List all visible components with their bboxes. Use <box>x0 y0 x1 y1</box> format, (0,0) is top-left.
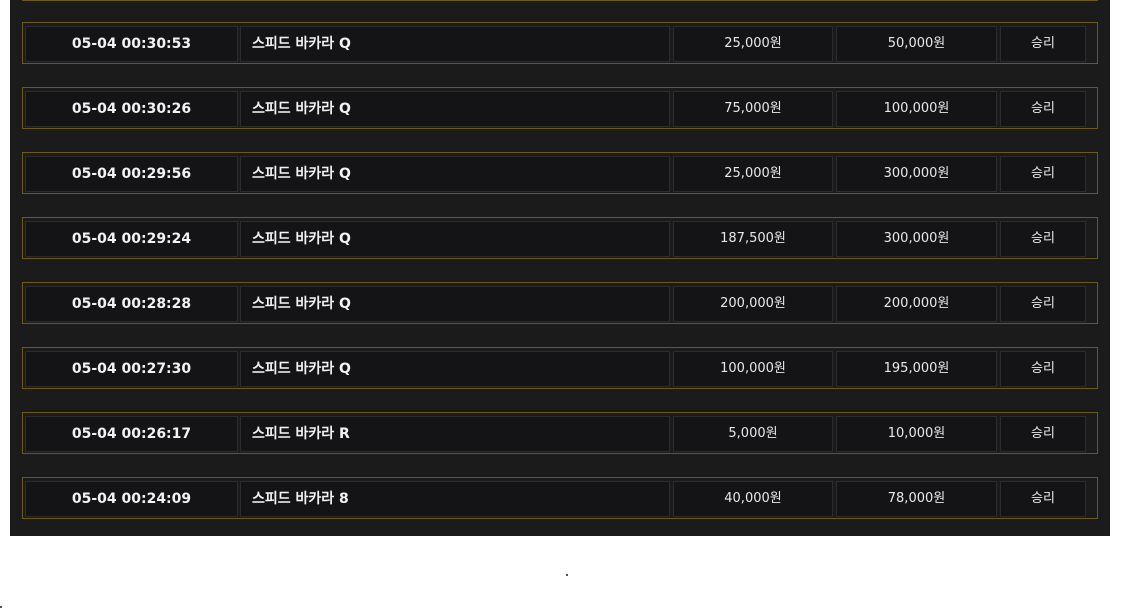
bet-time: 05-04 00:30:26 <box>25 91 238 127</box>
game-name: 스피드 바카라 Q <box>240 286 670 322</box>
table-row-partial <box>22 0 1098 1</box>
win-amount: 195,000원 <box>836 351 997 387</box>
result-status: 승리 <box>1000 481 1086 517</box>
table-row[interactable]: 05-04 00:26:17 스피드 바카라 R 5,000원 10,000원 … <box>22 412 1098 454</box>
bet-amount: 40,000원 <box>673 481 833 517</box>
game-name: 스피드 바카라 R <box>240 416 670 452</box>
bet-time: 05-04 00:26:17 <box>25 416 238 452</box>
result-status: 승리 <box>1000 221 1086 257</box>
bet-amount: 25,000원 <box>673 26 833 62</box>
bet-time: 05-04 00:27:30 <box>25 351 238 387</box>
bet-time: 05-04 00:28:28 <box>25 286 238 322</box>
table-row[interactable]: 05-04 00:30:26 스피드 바카라 Q 75,000원 100,000… <box>22 87 1098 129</box>
game-name: 스피드 바카라 Q <box>240 351 670 387</box>
result-status: 승리 <box>1000 351 1086 387</box>
game-name: 스피드 바카라 Q <box>240 221 670 257</box>
table-row[interactable]: 05-04 00:27:30 스피드 바카라 Q 100,000원 195,00… <box>22 347 1098 389</box>
stray-dot <box>0 606 2 608</box>
bet-history-panel: 05-04 00:30:53 스피드 바카라 Q 25,000원 50,000원… <box>10 0 1110 536</box>
result-status: 승리 <box>1000 91 1086 127</box>
result-status: 승리 <box>1000 416 1086 452</box>
game-name: 스피드 바카라 Q <box>240 91 670 127</box>
bet-time: 05-04 00:29:24 <box>25 221 238 257</box>
bet-amount: 187,500원 <box>673 221 833 257</box>
bet-amount: 100,000원 <box>673 351 833 387</box>
bet-amount: 5,000원 <box>673 416 833 452</box>
win-amount: 200,000원 <box>836 286 997 322</box>
result-status: 승리 <box>1000 26 1086 62</box>
result-status: 승리 <box>1000 156 1086 192</box>
table-row[interactable]: 05-04 00:29:24 스피드 바카라 Q 187,500원 300,00… <box>22 217 1098 259</box>
bet-amount: 75,000원 <box>673 91 833 127</box>
game-name: 스피드 바카라 Q <box>240 156 670 192</box>
win-amount: 300,000원 <box>836 156 997 192</box>
game-name: 스피드 바카라 8 <box>240 481 670 517</box>
bet-time: 05-04 00:29:56 <box>25 156 238 192</box>
bet-time: 05-04 00:30:53 <box>25 26 238 62</box>
table-row[interactable]: 05-04 00:28:28 스피드 바카라 Q 200,000원 200,00… <box>22 282 1098 324</box>
game-name: 스피드 바카라 Q <box>240 26 670 62</box>
bet-time: 05-04 00:24:09 <box>25 481 238 517</box>
bet-amount: 25,000원 <box>673 156 833 192</box>
win-amount: 50,000원 <box>836 26 997 62</box>
stray-dot <box>566 574 568 576</box>
win-amount: 300,000원 <box>836 221 997 257</box>
page-edge <box>1110 0 1122 536</box>
bet-amount: 200,000원 <box>673 286 833 322</box>
table-row[interactable]: 05-04 00:24:09 스피드 바카라 8 40,000원 78,000원… <box>22 477 1098 519</box>
result-status: 승리 <box>1000 286 1086 322</box>
win-amount: 10,000원 <box>836 416 997 452</box>
table-row[interactable]: 05-04 00:30:53 스피드 바카라 Q 25,000원 50,000원… <box>22 22 1098 64</box>
win-amount: 100,000원 <box>836 91 997 127</box>
table-row[interactable]: 05-04 00:29:56 스피드 바카라 Q 25,000원 300,000… <box>22 152 1098 194</box>
win-amount: 78,000원 <box>836 481 997 517</box>
